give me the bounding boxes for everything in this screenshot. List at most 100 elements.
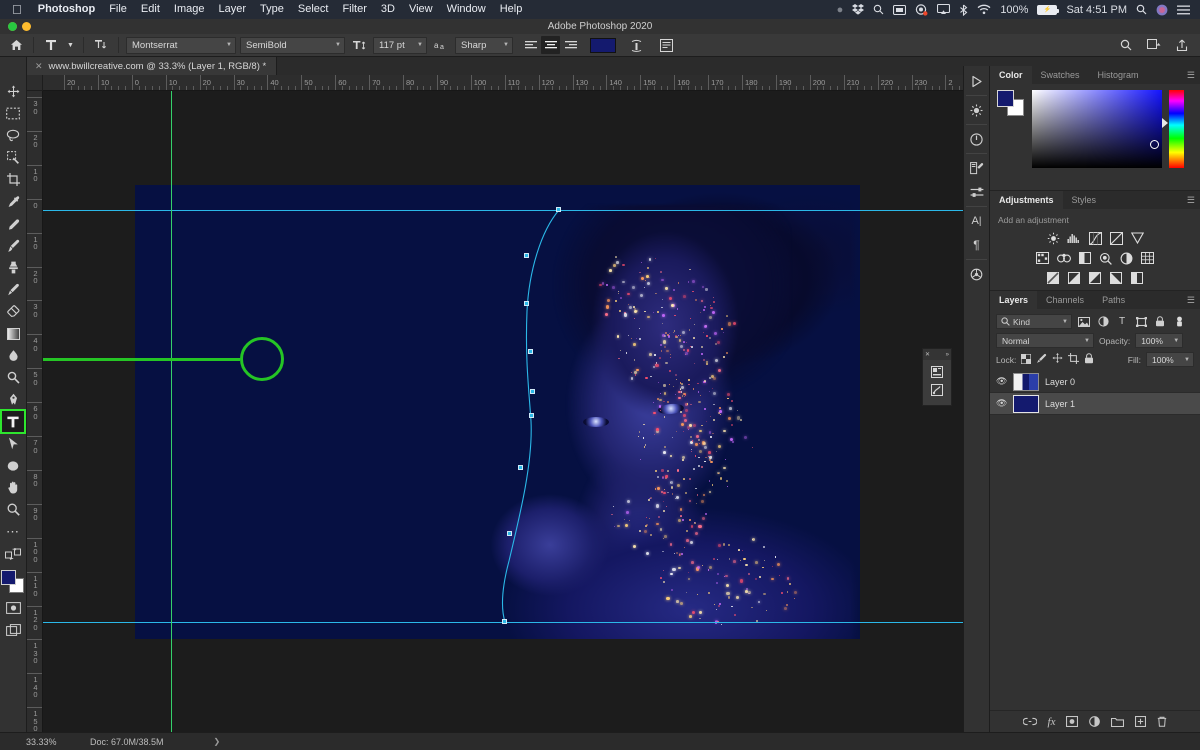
gradient-map-icon[interactable] (1109, 271, 1124, 285)
posterize-icon[interactable] (1067, 271, 1082, 285)
control-center-icon[interactable] (1177, 5, 1190, 15)
menu-item-layer[interactable]: Layer (211, 0, 253, 19)
layer-thumbnail[interactable] (1013, 373, 1039, 391)
menu-item-3d[interactable]: 3D (374, 0, 402, 19)
tab-adjustments[interactable]: Adjustments (990, 191, 1063, 209)
menu-item-file[interactable]: File (102, 0, 134, 19)
vertical-ruler[interactable]: 3 02 01 001 02 03 04 05 06 07 08 09 01 0… (27, 91, 43, 732)
menu-item-type[interactable]: Type (253, 0, 291, 19)
layer-kind-filter[interactable]: Kind ▼ (996, 314, 1072, 329)
tool-preset-chevron-down-icon[interactable]: ▼ (65, 36, 76, 54)
gradient-tool[interactable] (2, 323, 24, 344)
color-lookup-icon[interactable] (1140, 251, 1155, 265)
3d-icon[interactable] (966, 262, 988, 286)
font-family-select[interactable]: Montserrat ▼ (126, 37, 236, 54)
guide-horizontal-top[interactable] (43, 210, 963, 211)
menu-item-edit[interactable]: Edit (134, 0, 167, 19)
filter-type-icon[interactable]: T (1115, 315, 1129, 329)
home-icon[interactable] (6, 36, 26, 54)
text-color-swatch[interactable] (590, 38, 616, 53)
path-selection-tool[interactable] (2, 433, 24, 454)
expand-status-icon[interactable]: ❯ (164, 737, 221, 746)
clone-stamp-tool[interactable] (2, 257, 24, 278)
tab-histogram[interactable]: Histogram (1089, 66, 1148, 84)
color-field-cursor[interactable] (1150, 140, 1159, 149)
warp-text-icon[interactable] (626, 36, 646, 54)
canvas-area[interactable] (43, 91, 963, 732)
adjustments-brightness-icon[interactable] (966, 98, 988, 122)
color-field[interactable] (1032, 90, 1162, 168)
foreground-color-swatch[interactable] (1, 570, 16, 585)
zoom-tool[interactable] (2, 499, 24, 520)
info-icon[interactable] (966, 127, 988, 151)
warp-text-icon[interactable] (929, 382, 946, 397)
eye-icon[interactable]: 👁 (996, 376, 1007, 387)
brush-tool[interactable] (2, 235, 24, 256)
eraser-tool[interactable] (2, 301, 24, 322)
search-icon[interactable] (1116, 36, 1136, 54)
edit-toolbar-tool[interactable]: ⋯ (2, 521, 24, 542)
ellipse-shape-tool[interactable] (2, 455, 24, 476)
lock-all-icon[interactable] (1084, 353, 1094, 366)
lasso-tool[interactable] (2, 125, 24, 146)
path-anchor-point[interactable] (528, 349, 533, 354)
menu-item-window[interactable]: Window (440, 0, 493, 19)
apple-icon[interactable]:  (6, 3, 31, 16)
delete-layer-icon[interactable] (1157, 716, 1167, 727)
ruler-origin-corner[interactable] (27, 75, 43, 91)
history-brush-tool[interactable] (2, 279, 24, 300)
menu-item-filter[interactable]: Filter (335, 0, 373, 19)
close-tab-icon[interactable]: ✕ (35, 61, 43, 72)
blur-tool[interactable] (2, 345, 24, 366)
menu-item-photoshop[interactable]: Photoshop (31, 0, 102, 19)
curves-icon[interactable] (1088, 231, 1103, 245)
eyedropper-tool[interactable] (2, 191, 24, 212)
libraries-icon[interactable] (966, 156, 988, 180)
align-right-button[interactable] (561, 36, 580, 54)
path-anchor-point[interactable] (524, 253, 529, 258)
mac-status-dot-icon[interactable]: ● (837, 4, 844, 16)
eye-icon[interactable]: 👁 (996, 398, 1007, 409)
swap-colors-icon[interactable] (2, 543, 24, 564)
crop-tool[interactable] (2, 169, 24, 190)
color-panel-foreground-swatch[interactable] (997, 90, 1014, 107)
exposure-icon[interactable] (1109, 231, 1124, 245)
panel-menu-icon[interactable]: ☰ (1187, 71, 1195, 79)
display-icon[interactable] (893, 5, 906, 15)
panel-menu-icon[interactable]: ☰ (1187, 296, 1195, 304)
toggle-character-panel-icon[interactable] (929, 364, 946, 379)
filter-smart-object-icon[interactable] (1153, 315, 1167, 329)
lock-position-icon[interactable] (1052, 353, 1063, 366)
clock[interactable]: Sat 4:51 PM (1066, 4, 1127, 16)
tab-color[interactable]: Color (990, 66, 1032, 84)
menu-item-view[interactable]: View (402, 0, 440, 19)
tab-styles[interactable]: Styles (1063, 191, 1106, 209)
brightness-contrast-icon[interactable] (1046, 231, 1061, 245)
blend-mode-select[interactable]: Normal ▼ (996, 333, 1094, 348)
layer-name[interactable]: Layer 0 (1045, 377, 1075, 387)
document-tab[interactable]: ✕ www.bwillcreative.com @ 33.3% (Layer 1… (27, 57, 277, 75)
opacity-field[interactable]: 100% ▼ (1135, 333, 1183, 348)
wifi-icon[interactable] (977, 4, 991, 15)
path-anchor-point[interactable] (530, 389, 535, 394)
lock-artboard-nesting-icon[interactable] (1068, 353, 1079, 366)
new-layer-icon[interactable] (1135, 716, 1146, 727)
quick-mask-tool[interactable] (2, 597, 24, 618)
threshold-icon[interactable] (1088, 271, 1103, 285)
dropbox-icon[interactable] (852, 4, 864, 15)
play-actions-icon[interactable] (966, 69, 988, 93)
move-tool[interactable] (2, 81, 24, 102)
artboard[interactable] (135, 185, 860, 639)
tab-layers[interactable]: Layers (990, 291, 1037, 309)
battery-icon[interactable]: ⚡ (1037, 5, 1057, 15)
selective-color-icon[interactable] (1130, 271, 1145, 285)
path-anchor-point[interactable] (502, 619, 507, 624)
airplay-icon[interactable] (937, 4, 950, 15)
character-paragraph-panels-icon[interactable] (656, 36, 676, 54)
align-left-button[interactable] (521, 36, 540, 54)
zoom-level[interactable]: 33.33% (0, 737, 64, 747)
record-icon[interactable] (915, 4, 928, 16)
link-layers-icon[interactable] (1023, 717, 1037, 726)
photo-filter-icon[interactable] (1098, 251, 1113, 265)
paragraph-panel-icon[interactable]: ¶ (966, 233, 988, 257)
